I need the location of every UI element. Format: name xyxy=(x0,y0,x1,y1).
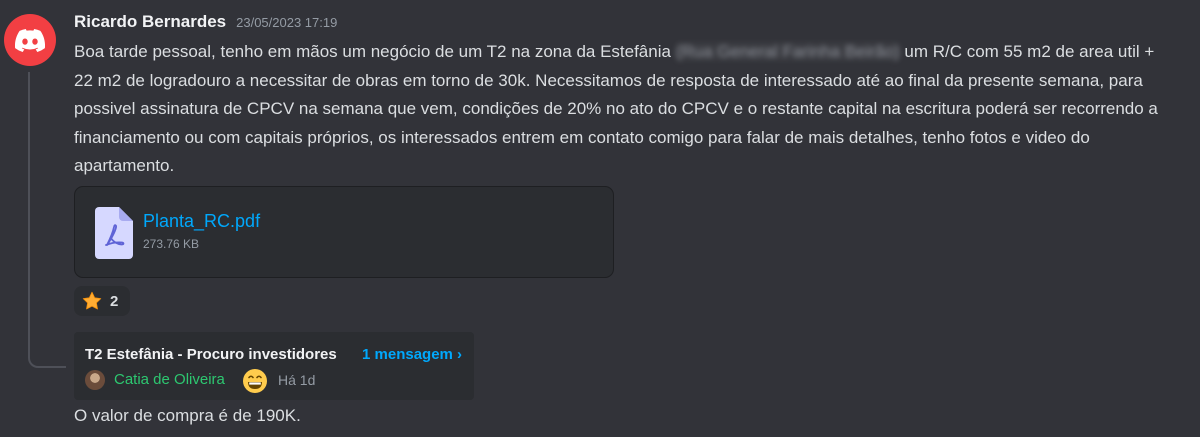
thread-last-user[interactable]: Catia de Oliveira xyxy=(114,371,225,388)
author-name[interactable]: Ricardo Bernardes xyxy=(74,12,226,32)
message-text-end: um R/C com 55 m2 de area util + 22 m2 de… xyxy=(74,42,1158,176)
author-avatar[interactable] xyxy=(4,14,56,66)
discord-logo-icon xyxy=(15,28,45,52)
thread-connector-line xyxy=(28,72,66,368)
pdf-file-icon xyxy=(95,207,133,259)
file-attachment[interactable]: Planta_RC.pdf 273.76 KB xyxy=(74,186,614,278)
star-reaction-button[interactable]: 2 xyxy=(74,286,130,316)
message-text-start: Boa tarde pessoal, tenho em mãos um negó… xyxy=(74,42,676,61)
thread-preview-card[interactable]: T2 Estefânia - Procuro investidores 1 me… xyxy=(74,332,474,400)
star-icon xyxy=(82,291,102,310)
message-content: Boa tarde pessoal, tenho em mãos um negó… xyxy=(74,38,1164,181)
grinning-face-icon xyxy=(243,369,267,393)
attachment-file-name[interactable]: Planta_RC.pdf xyxy=(143,211,260,232)
reaction-count: 2 xyxy=(110,292,119,310)
message-header: Ricardo Bernardes 23/05/2023 17:19 xyxy=(74,12,337,32)
thread-title[interactable]: T2 Estefânia - Procuro investidores xyxy=(85,346,337,363)
thread-message-count-link[interactable]: 1 mensagem › xyxy=(362,346,462,363)
message-timestamp: 23/05/2023 17:19 xyxy=(236,15,338,30)
blurred-address: (Rua General Farinha Beirão) xyxy=(675,42,900,61)
reply-message-text: O valor de compra é de 190K. xyxy=(74,406,301,425)
thread-user-avatar xyxy=(85,370,105,390)
thread-last-activity: Há 1d xyxy=(278,372,316,388)
attachment-file-size: 273.76 KB xyxy=(143,237,200,251)
